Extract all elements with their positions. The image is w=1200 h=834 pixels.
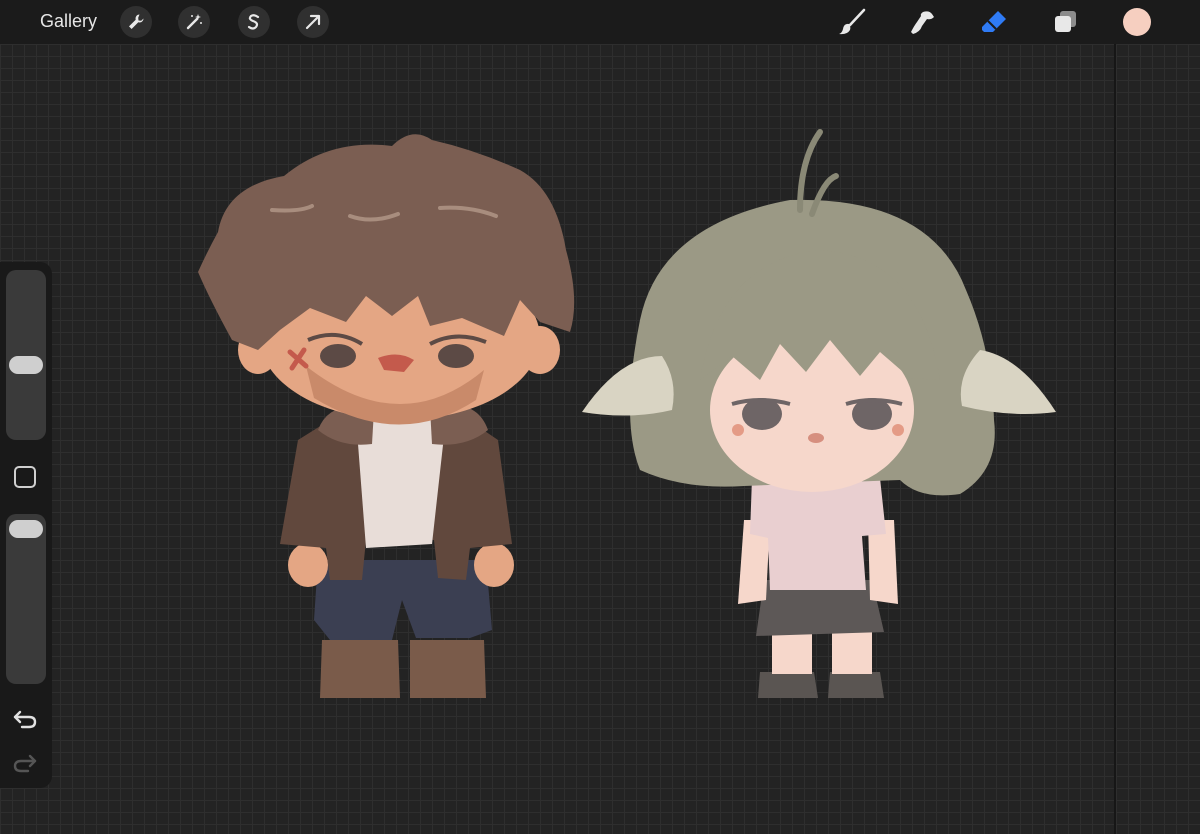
undo-icon[interactable] xyxy=(12,708,38,730)
color-picker-button[interactable] xyxy=(1123,8,1151,36)
left-sidebar xyxy=(0,262,52,788)
girl-right-leg xyxy=(832,630,872,674)
girl-left-leg xyxy=(772,630,812,674)
girl-right-ear xyxy=(960,350,1056,414)
girl-left-shoe xyxy=(758,672,818,698)
layers-button[interactable] xyxy=(1052,8,1080,36)
wrench-icon xyxy=(129,14,144,29)
man-left-boot xyxy=(320,640,400,698)
girl-character xyxy=(582,129,1056,698)
transform-button[interactable] xyxy=(297,6,329,38)
man-right-boot xyxy=(410,640,486,698)
brush-size-slider[interactable] xyxy=(6,270,46,440)
opacity-slider[interactable] xyxy=(6,514,46,684)
top-toolbar: Gallery xyxy=(0,0,1200,44)
modify-button[interactable] xyxy=(14,466,36,488)
smudge-tool[interactable] xyxy=(909,8,937,36)
man-right-hand xyxy=(474,543,514,587)
gallery-button[interactable]: Gallery xyxy=(40,11,97,32)
man-character xyxy=(198,134,575,698)
layers-icon xyxy=(1055,11,1076,32)
brush-size-thumb[interactable] xyxy=(9,356,43,374)
selection-button[interactable] xyxy=(238,6,270,38)
girl-right-shoe xyxy=(828,672,884,698)
brush-tool[interactable] xyxy=(838,8,866,36)
eraser-icon xyxy=(982,11,1006,32)
adjustments-button[interactable] xyxy=(178,6,210,38)
selection-s-icon xyxy=(247,14,260,30)
magic-wand-icon xyxy=(186,14,202,30)
girl-left-ear xyxy=(582,356,674,416)
smudge-icon xyxy=(911,11,934,35)
transform-arrow-icon xyxy=(305,14,321,30)
opacity-thumb[interactable] xyxy=(9,520,43,538)
man-left-hand xyxy=(288,543,328,587)
actions-button[interactable] xyxy=(120,6,152,38)
artwork xyxy=(198,129,1056,698)
redo-icon[interactable] xyxy=(12,752,38,774)
eraser-tool[interactable] xyxy=(980,8,1008,36)
brush-icon xyxy=(839,8,866,35)
